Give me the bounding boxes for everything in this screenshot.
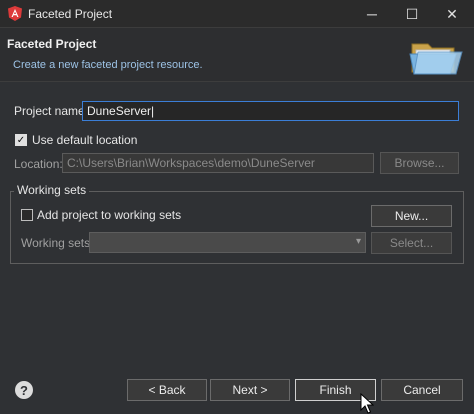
working-sets-group-title: Working sets (14, 183, 90, 197)
location-value: C:\Users\Brian\Workspaces\demo\DuneServe… (67, 156, 315, 170)
back-label: < Back (148, 383, 186, 397)
working-sets-label: Working sets: (21, 236, 94, 250)
wizard-header: Faceted Project Create a new faceted pro… (0, 28, 474, 82)
project-name-input[interactable]: DuneServer| (82, 101, 459, 121)
maximize-icon: ☐ (405, 5, 419, 22)
minimize-icon: ─ (367, 6, 377, 22)
browse-label: Browse... (394, 156, 445, 170)
help-icon[interactable]: ? (15, 381, 33, 399)
chevron-down-icon: ▾ (355, 236, 361, 247)
working-sets-combo: ▾ (89, 232, 366, 253)
location-input: C:\Users\Brian\Workspaces\demo\DuneServe… (62, 153, 374, 173)
mouse-cursor-icon (360, 393, 374, 414)
finish-label: Finish (319, 383, 352, 397)
back-button[interactable]: < Back (127, 379, 207, 401)
next-label: Next > (232, 383, 268, 397)
select-working-sets-button: Select... (371, 232, 452, 254)
new-working-set-button[interactable]: New... (371, 205, 452, 227)
folder-icon (409, 43, 463, 75)
title-bar: Faceted Project ─ ☐ ✕ (0, 0, 474, 28)
select-label: Select... (389, 236, 434, 250)
help-glyph: ? (20, 382, 28, 398)
cancel-button[interactable]: Cancel (381, 379, 463, 401)
page-description: Create a new faceted project resource. (13, 59, 203, 71)
maximize-button[interactable]: ☐ (392, 0, 432, 28)
next-button[interactable]: Next > (210, 379, 290, 401)
cancel-label: Cancel (403, 383, 441, 397)
window-title: Faceted Project (28, 7, 113, 21)
add-to-working-sets-label: Add project to working sets (37, 208, 182, 222)
project-name-value: DuneServer (87, 104, 152, 118)
minimize-button[interactable]: ─ (352, 0, 392, 28)
browse-button: Browse... (380, 152, 459, 174)
close-icon: ✕ (446, 5, 458, 22)
close-button[interactable]: ✕ (432, 0, 472, 28)
angular-app-icon (8, 6, 22, 21)
project-name-label: Project name: (14, 104, 89, 118)
add-to-working-sets-checkbox[interactable] (21, 209, 33, 221)
location-label: Location: (14, 157, 63, 171)
use-default-location-label: Use default location (32, 133, 138, 147)
new-label: New... (394, 209, 429, 223)
use-default-location-checkbox[interactable]: ✓ (15, 134, 27, 146)
page-title: Faceted Project (7, 37, 97, 51)
